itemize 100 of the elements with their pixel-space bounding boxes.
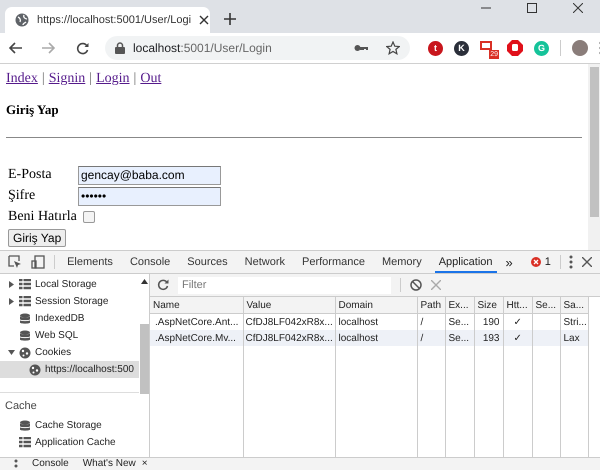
drawer-tab[interactable]: What's New (82, 458, 136, 470)
devtools-tab[interactable]: Performance (298, 251, 369, 273)
scrollbar[interactable] (588, 64, 600, 250)
device-toolbar-icon[interactable] (31, 255, 45, 269)
menu-icon[interactable] (568, 255, 573, 269)
collapsed-arrow-icon[interactable] (8, 298, 15, 305)
devtools-tab[interactable]: Elements (63, 251, 117, 273)
table-cell: 193 (482, 332, 500, 344)
table-icon (19, 278, 31, 290)
column-header[interactable]: Name (150, 297, 243, 314)
checkbox-label: Beni Hatırla (8, 209, 77, 225)
nav-link[interactable]: Signin (48, 71, 86, 87)
drawer-tab[interactable]: Console (32, 458, 69, 470)
database-icon (19, 312, 31, 324)
table-cell: .AspNetCore.Mv... (155, 332, 236, 344)
devtools-tab[interactable]: Sources (183, 251, 232, 273)
lock-icon (115, 42, 125, 54)
close-icon[interactable] (582, 257, 592, 267)
input-field[interactable]: gencay@baba.com (78, 166, 221, 184)
table-icon (19, 436, 31, 448)
sidebar-item[interactable]: Local Storage (0, 276, 139, 293)
field-label: E-Posta (8, 167, 53, 183)
browser-tab[interactable]: https://localhost:5001/User/Logi (5, 7, 210, 33)
checkbox[interactable] (82, 211, 95, 223)
table-cell: Lax (564, 332, 580, 344)
page-heading: Giriş Yap (6, 102, 60, 118)
database-icon (19, 420, 31, 432)
sidebar-item[interactable]: Cookies (0, 344, 139, 361)
globe-icon (15, 13, 29, 27)
more-tabs-button[interactable]: » (506, 254, 513, 270)
table-cell: CfDJ8LF042xR8x... (246, 332, 333, 344)
close-button[interactable]: × (142, 458, 148, 470)
filter-field[interactable]: Filter (178, 276, 391, 294)
avatar-circle[interactable] (572, 40, 588, 56)
sidebar-item[interactable]: Application Cache (0, 434, 139, 451)
close-icon[interactable] (573, 2, 583, 12)
table-cell: ✓ (514, 333, 522, 344)
nav-separator: | (42, 71, 45, 87)
sidebar-item[interactable]: Session Storage (0, 293, 139, 310)
column-header[interactable]: Sa... (560, 297, 588, 314)
back-icon[interactable] (8, 42, 22, 54)
column-header[interactable]: Ex... (445, 297, 474, 314)
collapsed-arrow-icon[interactable] (8, 281, 15, 288)
field-label: Şifre (8, 188, 36, 204)
table-cell: / (420, 316, 424, 328)
column-header[interactable]: Htt... (503, 297, 532, 314)
column-header[interactable]: Se... (532, 297, 560, 314)
address-bar[interactable]: localhost:5001/User/Login (105, 36, 410, 60)
nav-link[interactable]: Login (96, 71, 130, 87)
column-header[interactable]: Domain (335, 297, 417, 314)
reload-icon[interactable] (76, 42, 89, 54)
sidebar-item[interactable]: Cache Storage (0, 417, 139, 434)
submit-button[interactable]: Giriş Yap (8, 229, 66, 247)
table-cell: / (420, 332, 424, 344)
nav-separator: | (89, 71, 92, 87)
table-cell: localhost (338, 332, 378, 344)
expanded-arrow-icon[interactable] (8, 349, 15, 356)
close-icon[interactable] (199, 15, 210, 25)
column-header[interactable]: Value (243, 297, 335, 314)
stop-hand-icon[interactable] (507, 40, 523, 56)
devtools-tab[interactable]: Network (240, 251, 289, 273)
sidebar-item[interactable]: IndexedDB (0, 310, 139, 327)
devtools-tab[interactable]: Console (126, 251, 174, 273)
maximize-icon[interactable] (527, 2, 537, 12)
sidebar-item[interactable]: https://localhost:500 (0, 361, 139, 378)
section-heading: Cache (4, 399, 38, 414)
table-cell: 190 (482, 316, 500, 328)
new-tab-icon[interactable] (224, 13, 236, 25)
scroll-up-icon[interactable] (140, 279, 148, 284)
devtools-tab[interactable]: Memory (378, 251, 426, 273)
inspect-icon[interactable] (8, 255, 22, 269)
error-icon (530, 257, 541, 267)
url-text: localhost:5001/User/Login (133, 41, 272, 55)
input-field[interactable]: •••••• (78, 186, 221, 206)
table-cell: Se... (448, 316, 470, 328)
nav-separator: | (134, 71, 136, 87)
refresh-icon[interactable] (157, 279, 169, 291)
extension-icon[interactable]: K (454, 40, 469, 56)
table-icon (19, 296, 31, 308)
star-icon[interactable] (386, 41, 400, 55)
cookie-icon (29, 364, 41, 376)
table-cell: Se... (448, 332, 470, 344)
menu-icon[interactable] (14, 459, 18, 469)
table-cell: .AspNetCore.Ant... (155, 316, 238, 328)
table-row[interactable]: .AspNetCore.Mv... CfDJ8LF042xR8x... localhost / Se... 193 ✓ Lax (150, 330, 588, 346)
table-cell: localhost (338, 316, 378, 328)
database-icon (19, 330, 31, 342)
table-cell: CfDJ8LF042xR8x... (246, 316, 333, 328)
key-icon[interactable] (354, 44, 368, 52)
table-cell: Stri... (564, 316, 587, 328)
nav-link[interactable]: Index (6, 71, 38, 87)
table-cell: ✓ (514, 317, 522, 328)
column-header[interactable]: Size (474, 297, 503, 314)
sidebar-item[interactable]: Web SQL (0, 327, 139, 344)
extension-icon[interactable]: t (428, 40, 443, 56)
cookie-icon (19, 346, 31, 358)
nav-link[interactable]: Out (140, 71, 162, 87)
column-header[interactable]: Path (417, 297, 445, 314)
error-count[interactable]: 1 (544, 256, 551, 268)
clear-all-icon[interactable] (410, 279, 422, 291)
